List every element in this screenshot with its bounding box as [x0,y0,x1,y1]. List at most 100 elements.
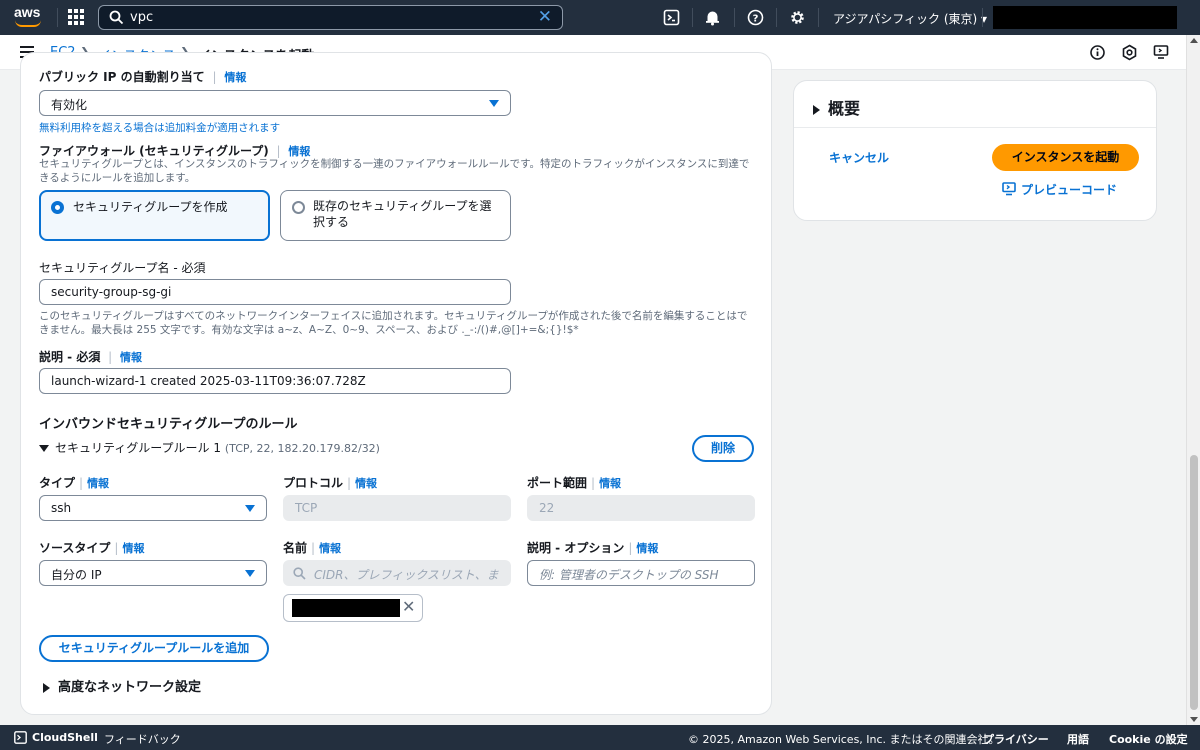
footer-feedback-link[interactable]: フィードバック [104,731,181,747]
protocol-label: プロトコル [283,476,344,490]
sg-name-value: security-group-sg-gi [51,285,172,299]
preview-code-icon [1002,182,1016,196]
resource-hexagon-icon[interactable] [1121,44,1138,61]
sg-name-label: セキュリティグループ名 - 必須 [39,261,206,275]
tile-create-security-group[interactable]: セキュリティグループを作成 [39,190,270,241]
advanced-network-settings-label: 高度なネットワーク設定 [58,680,202,695]
name-info-link[interactable]: 情報 [319,542,341,555]
rule-1-title: セキュリティグループルール 1 [55,441,222,455]
launch-instance-button[interactable]: インスタンスを起動 [992,144,1139,171]
divider [818,8,819,27]
footer-privacy-link[interactable]: プライバシー [983,731,1049,747]
divider [794,127,1156,128]
scroll-up-icon[interactable] [1190,38,1198,43]
firewall-description: セキュリティグループとは、インスタンスのトラフィックを制御する一連のファイアウォ… [39,158,750,184]
optional-desc-label-row: 説明 - オプション | 情報 [527,541,659,555]
rule-1-header[interactable]: セキュリティグループルール 1 (TCP, 22, 182.20.179.82/… [39,439,380,456]
source-type-value: 自分の IP [51,568,102,582]
aws-logo[interactable]: aws [14,5,44,29]
optional-desc-label: 説明 - オプション [527,541,625,555]
info-icon[interactable] [1089,44,1106,61]
port-label: ポート範囲 [527,476,588,490]
description-info-link[interactable]: 情報 [120,351,142,364]
search-icon [109,10,124,25]
port-label-row: ポート範囲 | 情報 [527,476,622,490]
source-type-label-row: ソースタイプ | 情報 [39,541,145,555]
caret-collapsed-icon [813,104,820,115]
protocol-info-link[interactable]: 情報 [355,477,377,490]
notifications-bell-icon[interactable] [704,9,721,26]
description-input[interactable]: launch-wizard-1 created 2025-03-11T09:36… [39,368,511,394]
divider [692,8,693,27]
divider [57,8,58,27]
cancel-button[interactable]: キャンセル [829,149,889,166]
ip-token: ✕ [283,594,423,622]
source-cidr-input[interactable]: CIDR、プレフィックスリスト、ま [283,560,511,586]
tile-existing-security-group[interactable]: 既存のセキュリティグループを選択する [280,190,511,241]
protocol-input: TCP [283,495,511,521]
preview-code-label: プレビューコード [1021,183,1118,197]
cloudshell-icon[interactable] [663,9,680,26]
footer-cloudshell-link[interactable]: CloudShell [32,731,98,744]
preview-screen-icon[interactable] [1153,44,1170,61]
caret-down-icon [489,100,499,107]
optional-desc-info-link[interactable]: 情報 [636,542,658,555]
search-icon [293,567,306,580]
public-ip-note-suffix: が適用されます [206,122,281,134]
source-type-info-link[interactable]: 情報 [122,542,144,555]
caret-expanded-icon [39,445,49,452]
remove-token-icon[interactable]: ✕ [402,598,415,616]
footer-cookie-settings-link[interactable]: Cookie の設定 [1109,731,1188,747]
radio-selected-icon [51,201,64,214]
network-settings-panel: パブリック IP の自動割り当て | 情報 有効化 無料利用枠を超える場合は追加… [20,52,772,715]
search-box[interactable]: vpc ✕ [98,5,563,30]
preview-code-button[interactable]: プレビューコード [1002,181,1117,198]
footer-bar: CloudShell フィードバック © 2025, Amazon Web Se… [0,725,1200,750]
public-ip-select-value: 有効化 [51,98,88,112]
port-info-link[interactable]: 情報 [599,477,621,490]
additional-charges-link[interactable]: 追加料金 [165,122,207,134]
clear-search-icon[interactable]: ✕ [538,9,552,26]
services-grid-icon[interactable] [68,9,84,25]
type-label: タイプ [39,476,76,490]
search-input[interactable]: vpc [130,10,153,25]
description-label-row: 説明 - 必須 | 情報 [39,350,143,364]
account-menu[interactable] [993,6,1177,29]
public-ip-note-prefix: 無料利用枠を超える場合は [39,122,165,134]
sg-name-input[interactable]: security-group-sg-gi [39,279,511,305]
public-ip-info-link[interactable]: 情報 [224,71,246,84]
public-ip-select[interactable]: 有効化 [39,90,511,116]
source-type-label: ソースタイプ [39,541,111,555]
type-select-value: ssh [51,501,72,515]
cloudshell-icon [14,731,27,744]
page-scrollbar[interactable] [1186,35,1200,725]
scrollbar-thumb[interactable] [1190,455,1198,710]
divider [776,8,777,27]
settings-gear-icon[interactable] [789,9,806,26]
rule-1-detail: (TCP, 22, 182.20.179.82/32) [224,442,380,455]
firewall-label: ファイアウォール (セキュリティグループ) [39,144,269,158]
source-type-select[interactable]: 自分の IP [39,560,267,586]
protocol-value: TCP [295,501,318,515]
footer-terms-link[interactable]: 用語 [1067,731,1089,747]
delete-rule-button[interactable]: 削除 [692,435,754,462]
caret-down-icon [245,505,255,512]
redacted-ip [292,599,400,617]
optional-description-input[interactable]: 例: 管理者のデスクトップの SSH [527,560,755,586]
name-label-row: 名前 | 情報 [283,541,342,555]
type-select[interactable]: ssh [39,495,267,521]
type-info-link[interactable]: 情報 [87,477,109,490]
port-value: 22 [539,501,555,515]
advanced-network-settings-toggle[interactable]: 高度なネットワーク設定 [43,676,201,695]
top-navigation-bar: aws vpc ✕ ? アジアパシフィック (東京) ▾ [0,0,1200,35]
source-cidr-placeholder: CIDR、プレフィックスリスト、ま [314,568,499,582]
public-ip-label-row: パブリック IP の自動割り当て | 情報 [39,70,247,84]
caret-down-icon [245,570,255,577]
region-selector[interactable]: アジアパシフィック (東京) ▾ [833,10,987,27]
summary-toggle[interactable]: 概要 [813,95,860,119]
description-value: launch-wizard-1 created 2025-03-11T09:36… [51,374,366,388]
scroll-down-icon[interactable] [1190,717,1198,722]
add-security-group-rule-button[interactable]: セキュリティグループルールを追加 [39,635,269,662]
aws-smile-icon [15,20,41,27]
help-icon[interactable]: ? [747,9,764,26]
